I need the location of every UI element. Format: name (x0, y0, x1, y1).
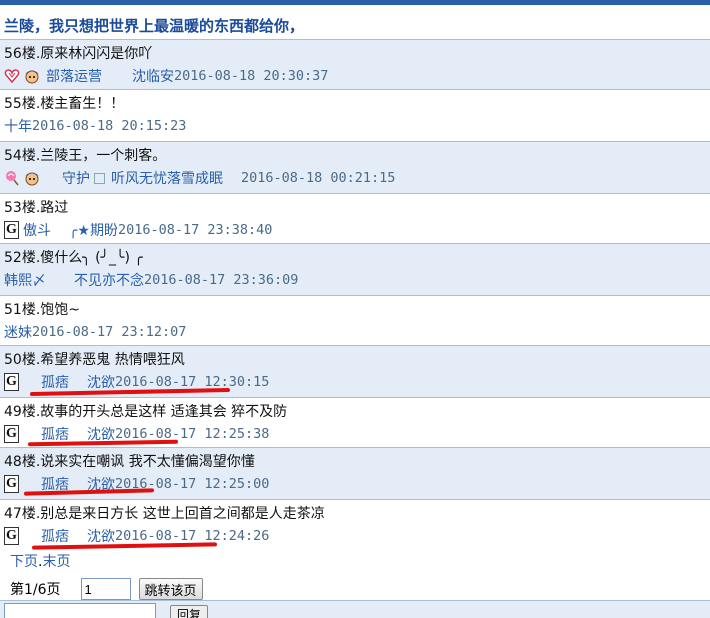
user-link[interactable]: 不见亦不念 (74, 270, 144, 290)
floor-number: 54楼. (4, 148, 41, 164)
user-link[interactable]: ╭★期盼 (69, 220, 118, 240)
user-link[interactable]: 沈欲 (87, 372, 115, 392)
post-56: 56楼.原来林闪闪是你吖 部落运营 沈临安 2016-08-18 20:30:3… (0, 40, 710, 90)
page-number-input[interactable] (80, 578, 131, 600)
post-time: 2016-08-18 20:30:37 (174, 68, 329, 84)
post-52: 52楼.傻什么╮ (╯_╰) ╭ 韩熙〆 不见亦不念 2016-08-17 23… (0, 244, 710, 296)
user-link[interactable]: 迷妹 (4, 322, 32, 342)
user-link[interactable]: 守护 (62, 168, 90, 188)
next-page-link[interactable]: 下页 (10, 554, 38, 570)
user-link[interactable]: 孤痞 (41, 372, 69, 392)
post-55: 55楼.楼主畜生！！ 十年 2016-08-18 20:15:23 (0, 90, 710, 142)
thread-title-row: 兰陵，我只想把世界上最温暖的东西都给你， (0, 5, 710, 40)
floor-number: 47楼. (4, 506, 41, 522)
post-time: 2016-08-17 23:36:09 (144, 272, 299, 288)
last-page-link[interactable]: 末页 (42, 554, 70, 570)
page-jump-row: 第1/6页 跳转该页 (10, 578, 203, 600)
reply-input[interactable] (4, 603, 156, 618)
post-53: 53楼.路过 G 傲斗 ╭★期盼 2016-08-17 23:38:40 (0, 194, 710, 244)
user-link[interactable]: 十年 (4, 116, 32, 136)
page-info: 第1/6页 (10, 582, 61, 598)
post-text: 别总是来日方长 这世上回首之间都是人走茶凉 (40, 506, 325, 522)
floor-number: 53楼. (4, 200, 41, 216)
heart-icon (4, 67, 20, 85)
user-link[interactable]: 傲斗 (23, 220, 51, 240)
post-text: 说来实在嘲讽 我不太懂偏渴望你懂 (40, 454, 255, 470)
post-time: 2016-08-17 23:38:40 (117, 222, 273, 238)
user-link[interactable]: 听风无忧落雪成眠 (111, 168, 223, 188)
avatar-icon (22, 169, 42, 187)
post-time: 2016-08-17 12:30:15 (115, 374, 270, 390)
post-text: 傻什么╮ (╯_╰) ╭ (40, 250, 143, 266)
thread-title: 兰陵，我只想把世界上最温暖的东西都给你， (4, 17, 305, 35)
floor-number: 48楼. (4, 454, 41, 470)
reply-row: 回复 (0, 600, 710, 618)
post-54: 54楼.兰陵王，一个刺客。 守护 听风无忧落雪成眠 2016-08-18 00:… (0, 142, 710, 194)
post-text: 故事的开头总是这样 适逢其会 猝不及防 (40, 404, 288, 420)
g-badge-icon: G (4, 425, 19, 443)
post-47: 47楼.别总是来日方长 这世上回首之间都是人走茶凉 G 孤痞 沈欲 2016-0… (0, 500, 710, 550)
lollipop-icon (4, 169, 20, 187)
floor-number: 50楼. (4, 352, 41, 368)
post-text: 原来林闪闪是你吖 (40, 46, 153, 62)
avatar-icon (22, 67, 42, 85)
user-link[interactable]: 部落运营 (46, 66, 102, 86)
user-link[interactable]: 沈临安 (132, 66, 174, 86)
post-time: 2016-08-18 20:15:23 (32, 118, 187, 134)
post-time: 2016-08-18 00:21:15 (241, 170, 396, 186)
floor-number: 51楼. (4, 302, 41, 318)
g-badge-icon: G (4, 475, 19, 493)
g-badge-icon: G (4, 527, 19, 545)
reply-button[interactable]: 回复 (170, 605, 209, 618)
member-box-icon (94, 172, 105, 184)
floor-number: 52楼. (4, 250, 41, 266)
floor-number: 49楼. (4, 404, 41, 420)
post-time: 2016-08-17 12:24:26 (115, 528, 270, 544)
pagination-links: 下页.末页 (10, 554, 71, 570)
user-link[interactable]: 韩熙〆 (4, 270, 46, 290)
g-badge-icon: G (4, 373, 19, 391)
post-time: 2016-08-17 23:12:07 (32, 324, 187, 340)
post-text: 希望养恶鬼 热情喂狂风 (40, 352, 185, 368)
user-link[interactable]: 孤痞 (41, 526, 69, 546)
post-text: 饱饱~ (40, 302, 80, 318)
post-text: 路过 (40, 200, 69, 216)
user-link[interactable]: 沈欲 (87, 526, 115, 546)
post-text: 楼主畜生！！ (40, 96, 125, 112)
g-badge-icon: G (4, 221, 19, 239)
floor-number: 55楼. (4, 96, 41, 112)
jump-page-button[interactable]: 跳转该页 (138, 578, 203, 600)
floor-number: 56楼. (4, 46, 41, 62)
post-text: 兰陵王，一个刺客。 (40, 148, 167, 164)
post-51: 51楼.饱饱~ 迷妹 2016-08-17 23:12:07 (0, 296, 710, 346)
